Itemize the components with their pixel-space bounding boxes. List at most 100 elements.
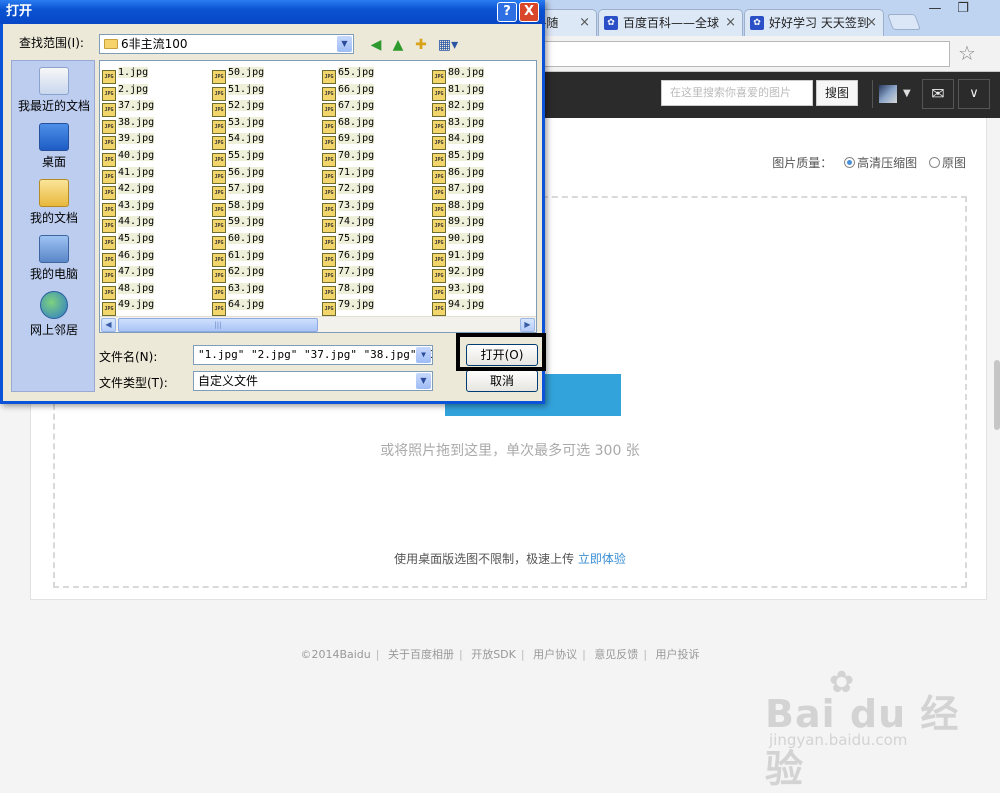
minimize-icon[interactable]: — [922,0,948,18]
user-menu[interactable]: ▼ [872,80,918,108]
file-item[interactable]: JPG 47.jpg [102,264,155,284]
quality-original-label[interactable]: 原图 [942,156,966,170]
file-item[interactable]: JPG 69.jpg [322,131,375,151]
footer-link-about[interactable]: 关于百度相册 [388,648,454,661]
file-item[interactable]: JPG 72.jpg [322,181,375,201]
chevron-down-icon[interactable]: ▼ [416,347,431,363]
tab-baike[interactable]: ✿ 百度百科——全球 × [598,9,743,36]
file-item[interactable]: JPG 54.jpg [212,131,265,151]
scroll-thumb[interactable]: ||| [118,318,318,332]
file-item[interactable]: JPG 88.jpg [432,198,485,217]
quality-hd-label[interactable]: 高清压缩图 [857,156,917,170]
file-item[interactable]: JPG 82.jpg [432,98,485,118]
file-item[interactable]: JPG 63.jpg [212,281,265,300]
up-folder-icon[interactable]: ▲ [389,36,407,54]
file-item[interactable]: JPG 1.jpg [102,65,154,84]
new-folder-icon[interactable]: ✚ [412,36,430,54]
file-item[interactable]: JPG 84.jpg [432,131,485,151]
file-item[interactable]: JPG 92.jpg [432,264,485,284]
file-item[interactable]: JPG 65.jpg [322,65,375,84]
file-item[interactable]: JPG 87.jpg [432,181,485,201]
file-item[interactable]: JPG 51.jpg [212,82,265,101]
file-item[interactable]: JPG 41.jpg [102,165,155,184]
file-item[interactable]: JPG 80.jpg [432,65,485,84]
file-item[interactable]: JPG 52.jpg [212,98,265,118]
horizontal-scrollbar[interactable]: ◀ ||| ▶ [100,316,536,332]
file-item[interactable]: JPG 73.jpg [322,198,375,217]
file-item[interactable]: JPG 66.jpg [322,82,375,101]
filename-input[interactable]: "1.jpg" "2.jpg" "37.jpg" "38.jpg" "39. ▼ [193,345,433,365]
file-item[interactable]: JPG 75.jpg [322,231,375,250]
file-item[interactable]: JPG 43.jpg [102,198,155,217]
try-now-link[interactable]: 立即体验 [578,552,626,566]
file-item[interactable]: JPG 58.jpg [212,198,265,217]
file-item[interactable]: JPG 38.jpg [102,115,155,134]
file-list[interactable]: JPG 1.jpg JPG 2.jpg JPG 37.jpg JPG 38.jpg JPG 39.… [99,60,537,333]
close-button[interactable]: X [519,2,539,22]
expand-icon[interactable]: ∨ [958,79,990,109]
file-item[interactable]: JPG 78.jpg [322,281,375,300]
file-item[interactable]: JPG 67.jpg [322,98,375,118]
place-my-documents[interactable]: 我的文档 [12,179,96,226]
file-item[interactable]: JPG 81.jpg [432,82,485,101]
file-item[interactable]: JPG 2.jpg [102,82,154,101]
place-my-computer[interactable]: 我的电脑 [12,235,96,282]
file-item[interactable]: JPG 90.jpg [432,231,485,250]
file-item[interactable]: JPG 46.jpg [102,248,155,267]
file-item[interactable]: JPG 61.jpg [212,248,265,267]
file-item[interactable]: JPG 94.jpg [432,297,485,317]
file-item[interactable]: JPG 37.jpg [102,98,155,118]
help-button[interactable]: ? [497,2,517,22]
close-tab-icon[interactable]: × [866,10,877,36]
file-item[interactable]: JPG 91.jpg [432,248,485,267]
scroll-right-icon[interactable]: ▶ [520,318,535,332]
close-tab-icon[interactable]: × [579,10,590,36]
footer-link-sdk[interactable]: 开放SDK [471,648,516,661]
restore-icon[interactable]: ❐ [950,0,976,18]
new-tab-button[interactable] [887,14,921,30]
view-menu-icon[interactable]: ▦▾ [435,36,461,54]
file-item[interactable]: JPG 70.jpg [322,148,375,167]
cancel-button[interactable]: 取消 [466,370,538,392]
file-item[interactable]: JPG 77.jpg [322,264,375,284]
file-item[interactable]: JPG 57.jpg [212,181,265,201]
footer-link-complaint[interactable]: 用户投诉 [656,648,700,661]
image-search-input[interactable]: 在这里搜索你喜爱的图片 [661,80,813,106]
file-item[interactable]: JPG 56.jpg [212,165,265,184]
look-in-select[interactable]: 6非主流100 ▼ [99,34,354,54]
file-item[interactable]: JPG 74.jpg [322,214,375,234]
address-bar[interactable] [540,41,950,67]
file-item[interactable]: JPG 71.jpg [322,165,375,184]
file-item[interactable]: JPG 45.jpg [102,231,155,250]
file-item[interactable]: JPG 49.jpg [102,297,155,317]
place-desktop[interactable]: 桌面 [12,123,96,170]
file-item[interactable]: JPG 48.jpg [102,281,155,300]
search-image-button[interactable]: 搜图 [816,80,858,106]
file-item[interactable]: JPG 83.jpg [432,115,485,134]
file-item[interactable]: JPG 85.jpg [432,148,485,167]
footer-link-agreement[interactable]: 用户协议 [533,648,577,661]
chevron-down-icon[interactable]: ▼ [416,373,431,389]
filetype-select[interactable]: 自定义文件 ▼ [193,371,433,391]
scroll-left-icon[interactable]: ◀ [101,318,116,332]
file-item[interactable]: JPG 62.jpg [212,264,265,284]
quality-original-radio[interactable] [928,157,940,168]
dialog-title-bar[interactable]: 打开 ? X [0,0,545,24]
file-item[interactable]: JPG 86.jpg [432,165,485,184]
file-item[interactable]: JPG 50.jpg [212,65,265,84]
chevron-down-icon[interactable]: ▼ [337,36,352,52]
file-item[interactable]: JPG 42.jpg [102,181,155,201]
close-tab-icon[interactable]: × [725,10,736,36]
file-item[interactable]: JPG 68.jpg [322,115,375,134]
place-network[interactable]: 网上邻居 [12,291,96,338]
file-item[interactable]: JPG 89.jpg [432,214,485,234]
tab-study[interactable]: ✿ 好好学习 天天签到 × [744,9,884,36]
file-item[interactable]: JPG 39.jpg [102,131,155,151]
file-item[interactable]: JPG 60.jpg [212,231,265,250]
bookmark-star-icon[interactable]: ☆ [958,41,976,65]
page-scrollbar[interactable] [994,360,1000,430]
place-recent[interactable]: 我最近的文档 [12,67,96,114]
quality-hd-radio[interactable] [844,157,856,168]
back-icon[interactable]: ◀ [367,36,385,54]
file-item[interactable]: JPG 59.jpg [212,214,265,234]
